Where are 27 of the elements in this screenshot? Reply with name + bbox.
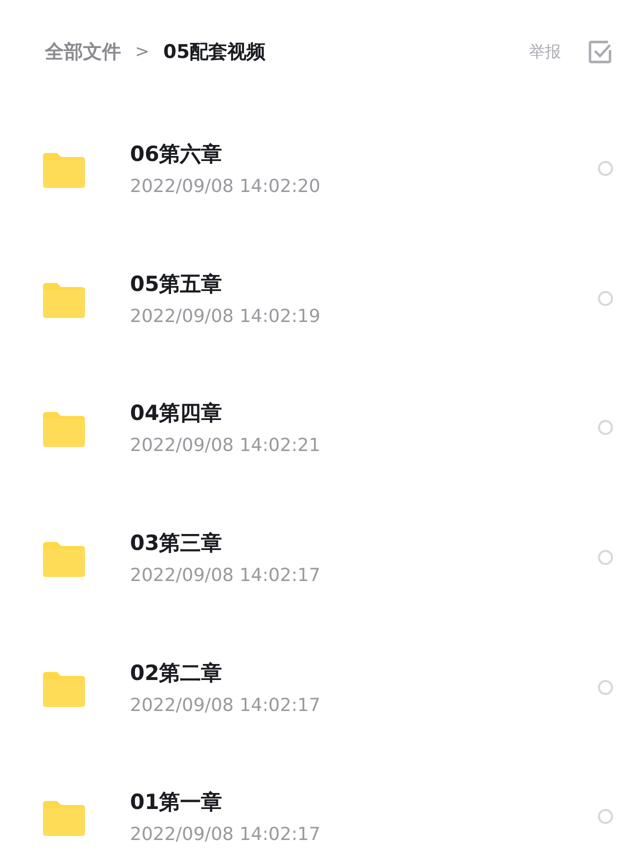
folder-icon: [43, 801, 85, 836]
folder-name[interactable]: 03第三章: [130, 529, 598, 558]
folder-title: 05配套视频: [163, 40, 266, 65]
modified-date: 2022/09/08 14:02:17: [130, 565, 322, 586]
folder-icon: [43, 282, 85, 318]
select-icon[interactable]: [587, 39, 613, 65]
modified-date: 2022/09/08 14:02:17: [130, 824, 322, 846]
select-radio[interactable]: [598, 550, 613, 566]
modified-date: 2022/09/08 14:02:17: [130, 694, 322, 716]
breadcrumb-separator: >: [135, 42, 150, 62]
folder-name[interactable]: 01第一章: [130, 788, 598, 816]
folder-icon: [43, 542, 85, 578]
modified-date: 2022/09/08 14:02:19: [130, 306, 322, 327]
folder-icon: [43, 153, 85, 188]
select-radio[interactable]: [598, 809, 613, 824]
select-radio[interactable]: [598, 290, 613, 306]
folder-name[interactable]: 06第六章: [130, 140, 598, 168]
folder-icon: [43, 412, 85, 448]
select-radio[interactable]: [598, 420, 613, 436]
folder-name[interactable]: 04第四章: [130, 399, 598, 428]
folder-name[interactable]: 02第二章: [130, 658, 598, 687]
modified-date: 2022/09/08 14:02:21: [130, 435, 322, 456]
select-radio[interactable]: [598, 680, 613, 695]
folder-icon: [43, 672, 85, 707]
modified-date: 2022/09/08 14:02:20: [130, 176, 322, 198]
folder-name[interactable]: 05第五章: [130, 270, 598, 298]
select-radio[interactable]: [598, 161, 613, 176]
